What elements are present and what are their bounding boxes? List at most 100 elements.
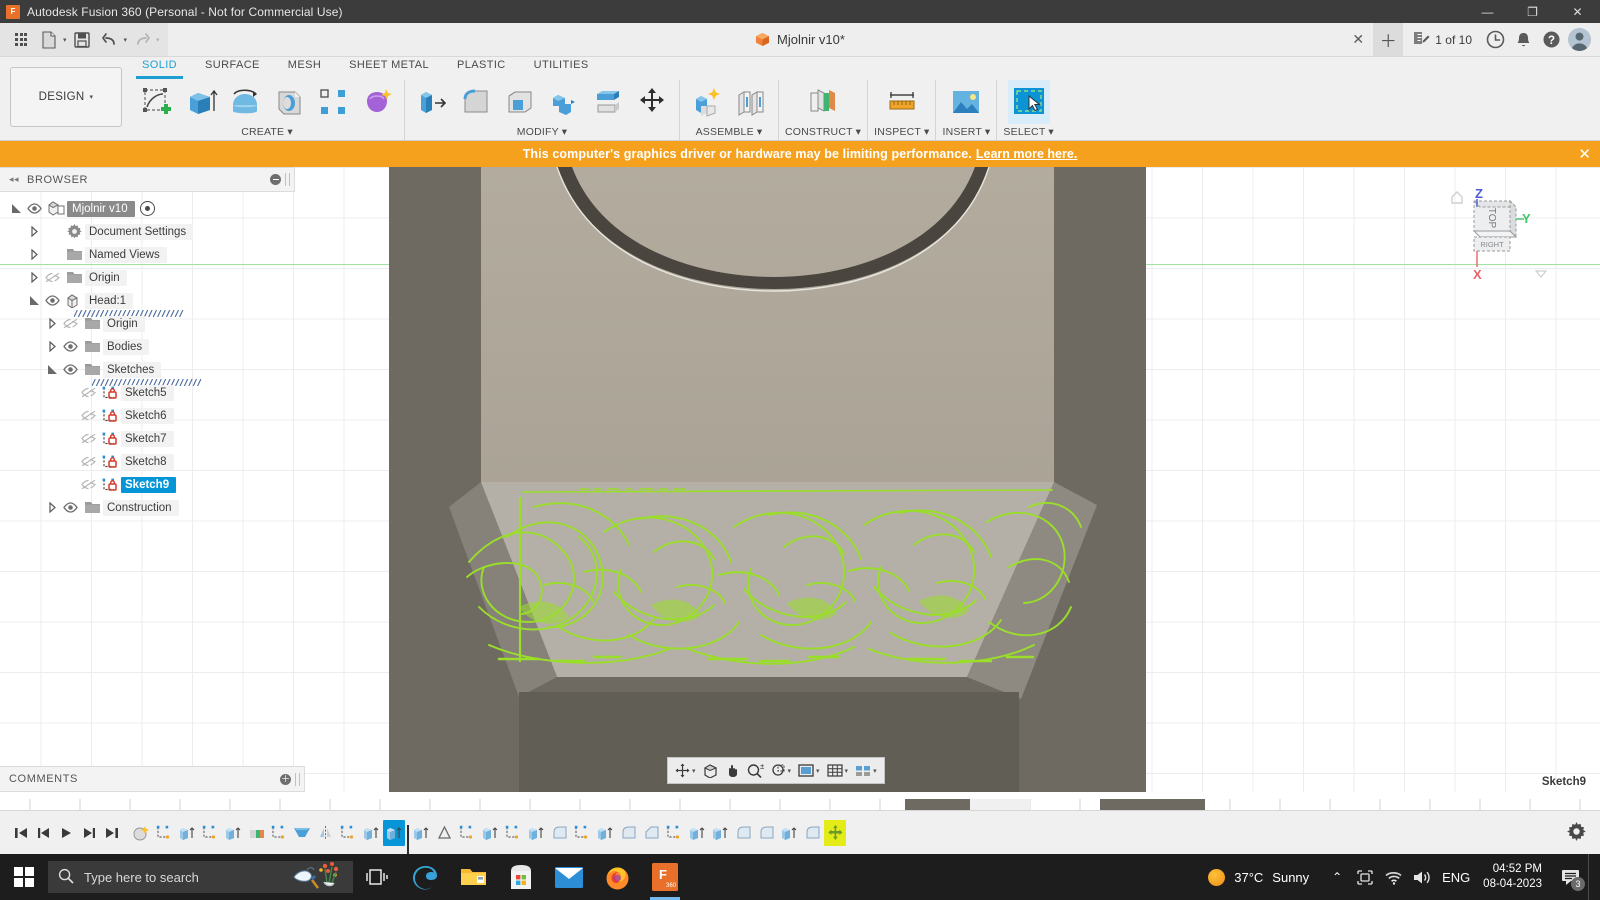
new-document-icon[interactable] [36,27,62,53]
draft-feature-icon[interactable] [433,820,455,846]
offset-plane-icon[interactable] [802,80,844,124]
viewport-navigation-bar[interactable]: ▾ ± ▾ ▾ ▾ ▾ [667,757,885,784]
zoom-window-caret[interactable]: ▾ [788,767,792,775]
windows-start-icon[interactable] [0,854,48,900]
document-tab[interactable]: Mjolnir v10* [755,32,845,47]
grid-snap-caret[interactable]: ▾ [845,767,849,775]
go-to-end-icon[interactable] [102,822,122,844]
sketch-feature-icon[interactable] [502,820,524,846]
tree-expand-arrow[interactable] [28,295,41,306]
extrude-feature-icon[interactable] [479,820,501,846]
shell-icon[interactable] [499,80,541,124]
display-settings-caret[interactable]: ▾ [816,767,820,775]
language-indicator[interactable]: ENG [1435,854,1477,900]
extrude-feature-icon[interactable] [594,820,616,846]
redo-icon[interactable] [129,27,155,53]
extrude-feature-icon[interactable] [778,820,800,846]
tree-item-sketch6[interactable]: Sketch6 [0,404,295,427]
tab-sheet-metal[interactable]: SHEET METAL [335,57,443,77]
tree-expand-arrow[interactable] [46,341,59,352]
fillet-icon[interactable] [455,80,497,124]
tree-expand-arrow[interactable] [46,364,59,375]
banner-close-icon[interactable]: ✕ [1578,145,1591,163]
tree-item-document-settings[interactable]: Document Settings [0,220,295,243]
go-to-beginning-icon[interactable] [10,822,30,844]
display-settings-icon[interactable]: ▾ [795,760,823,781]
minimize-button[interactable]: — [1465,0,1510,23]
visibility-toggle-icon[interactable] [41,272,63,283]
undo-caret[interactable]: ▾ [124,36,128,44]
help-icon[interactable]: ? [1538,27,1564,53]
extrude-icon[interactable] [180,80,222,124]
visibility-toggle-icon[interactable] [77,433,99,444]
new-document-caret[interactable]: ▾ [63,36,67,44]
tab-surface[interactable]: SURFACE [191,57,274,77]
form-icon[interactable] [356,80,398,124]
tree-item-head-1[interactable]: Head:1 [0,289,295,318]
workspace-selector[interactable]: DESIGN ▾ [10,67,122,127]
timeline-settings-icon[interactable] [1567,821,1600,844]
create-sketch-icon[interactable] [136,80,178,124]
weather-widget[interactable]: 37°C Sunny [1194,868,1323,886]
tree-expand-arrow[interactable] [28,249,41,260]
browser-minimize-icon[interactable] [270,174,281,185]
extrude-feature-icon[interactable] [222,820,244,846]
pattern-icon[interactable] [312,80,354,124]
fillet-feature-icon[interactable] [755,820,777,846]
step-back-icon[interactable] [33,822,53,844]
tree-item-sketches[interactable]: Sketches [0,358,295,387]
tree-expand-arrow[interactable] [46,318,59,329]
extrude-feature-icon[interactable] [709,820,731,846]
tree-expand-arrow[interactable] [28,226,41,237]
extrude-feature-icon[interactable] [176,820,198,846]
file-explorer-icon[interactable] [449,854,497,900]
account-avatar[interactable] [1566,27,1592,53]
sketch-feature-icon[interactable] [456,820,478,846]
tray-expand-chevron[interactable]: ⌃ [1323,854,1351,900]
tree-item-origin[interactable]: Origin [0,312,295,335]
look-at-icon[interactable] [700,760,721,781]
visibility-toggle-icon[interactable] [59,364,81,375]
browser-collapse-icon[interactable]: ◂◂ [9,174,19,185]
revolve-feature-icon[interactable] [245,820,267,846]
tree-expand-arrow[interactable] [28,272,41,283]
move-feature-highlighted-icon[interactable] [824,819,846,846]
close-button[interactable]: ✕ [1555,0,1600,23]
press-pull-icon[interactable] [411,80,453,124]
play-icon[interactable] [56,822,76,844]
clock-icon[interactable] [1482,27,1508,53]
extrude-feature-icon[interactable] [525,820,547,846]
extrude-feature-selected-icon[interactable] [383,819,405,846]
tree-item-sketch8[interactable]: Sketch8 [0,450,295,473]
measure-icon[interactable] [881,80,923,124]
fillet-feature-icon[interactable] [732,820,754,846]
new-component-icon[interactable] [686,80,728,124]
task-view-icon[interactable] [353,854,401,900]
viewport-layout-caret[interactable]: ▾ [873,767,877,775]
fillet-feature-icon[interactable] [801,820,823,846]
job-status-widget[interactable]: 1 of 10 [1405,30,1480,49]
save-icon[interactable] [69,27,95,53]
banner-learn-more-link[interactable]: Learn more here. [976,147,1077,161]
tree-expand-arrow[interactable] [46,502,59,513]
tab-close-icon[interactable]: ✕ [1345,27,1371,53]
mirror-feature-icon[interactable] [314,820,336,846]
fillet-feature-icon[interactable] [617,820,639,846]
maximize-button[interactable]: ❐ [1510,0,1555,23]
comments-grip[interactable] [295,772,300,786]
tree-item-sketch9[interactable]: Sketch9 [0,473,295,496]
joint-icon[interactable] [730,80,772,124]
visibility-toggle-icon[interactable] [77,456,99,467]
visibility-toggle-icon[interactable] [23,203,45,214]
visibility-toggle-icon[interactable] [77,387,99,398]
view-cube[interactable]: TOP RIGHT Z Y X [1438,179,1558,282]
tab-solid[interactable]: SOLID [128,57,191,79]
redo-group[interactable]: ▾ [129,27,160,53]
offset-face-icon[interactable] [587,80,629,124]
extrude-feature-icon[interactable] [686,820,708,846]
sketch-feature-icon[interactable] [337,820,359,846]
timeline-marker[interactable] [407,824,409,855]
bell-icon[interactable] [1510,27,1536,53]
3d-viewport[interactable]: ▾ ± ▾ ▾ ▾ ▾ [389,167,1146,792]
orbit-icon[interactable]: ▾ [672,760,699,781]
